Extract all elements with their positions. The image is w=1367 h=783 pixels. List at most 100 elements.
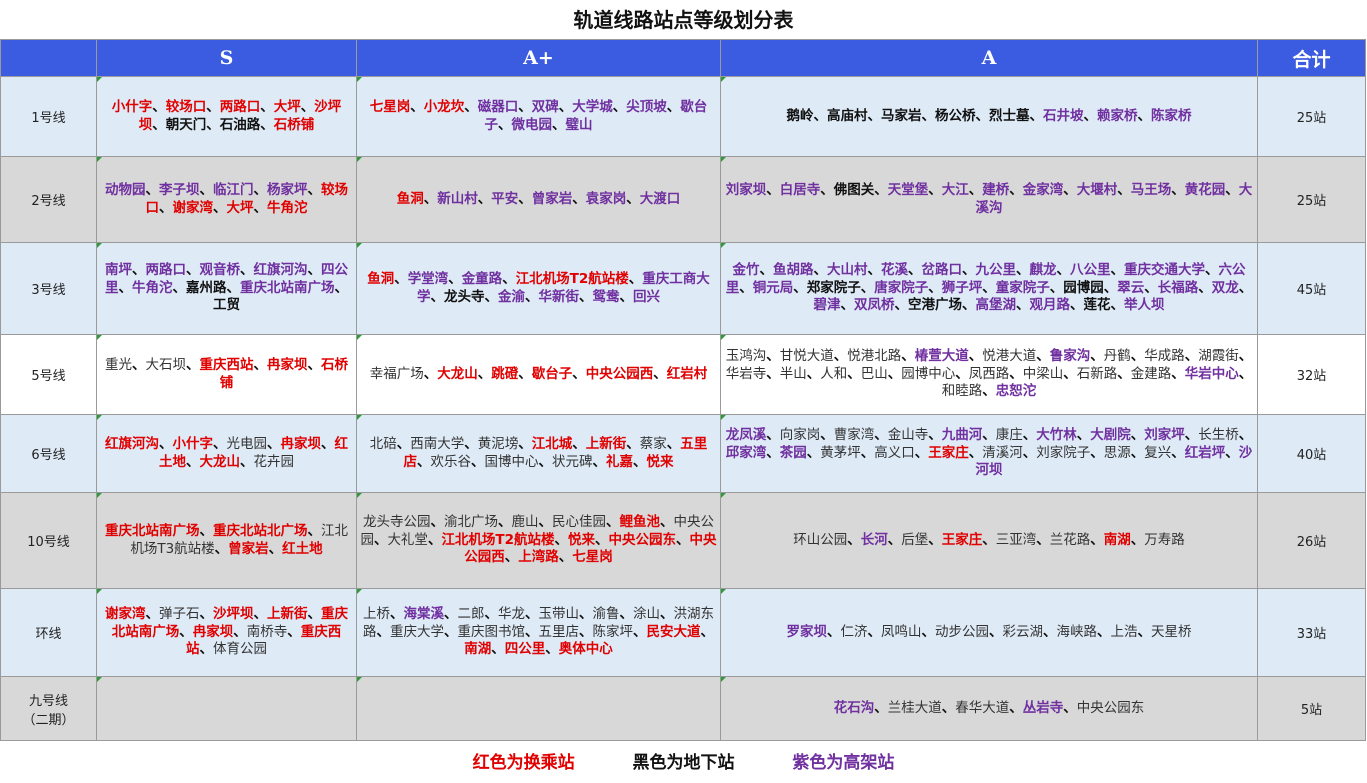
header-grade-a: A — [720, 39, 1258, 77]
station-name: 上新街 — [585, 436, 627, 452]
station-name: 花卉园 — [253, 453, 295, 470]
station-name: 北碚 — [369, 436, 397, 452]
station-name: 双龙 — [1211, 279, 1239, 296]
station-name: 欢乐谷 — [430, 453, 472, 470]
station-name: 长河 — [860, 531, 888, 548]
station-name: 西南大学 — [410, 436, 465, 452]
grade-a-plus-stations: 北碚、西南大学、黄泥塝、江北城、上新街、蔡家、五里店、欢乐谷、国博中心、状元碑、… — [356, 414, 721, 493]
station-count: 32站 — [1257, 334, 1366, 415]
station-name: 空港广场 — [908, 297, 962, 314]
table-header-row: S A+ A 合计 — [0, 39, 1366, 77]
line-name: 5号线 — [0, 334, 97, 415]
station-name: 王家庄 — [928, 444, 969, 461]
station-name: 大龙山 — [199, 453, 241, 470]
station-name: 微电园 — [511, 116, 553, 133]
station-name: 上浩 — [1110, 623, 1138, 640]
station-name: 长福路 — [1157, 279, 1199, 296]
station-name: 鱼胡路 — [773, 262, 814, 279]
grade-a-plus-stations: 上桥、海棠溪、二郎、华龙、玉带山、渝鲁、涂山、洪湖东路、重庆大学、重庆图书馆、五… — [356, 588, 721, 677]
grade-a-stations: 花石沟、兰桂大道、春华大道、丛岩寺、中央公园东 — [720, 676, 1258, 741]
station-name: 小什字 — [172, 436, 214, 452]
station-name: 临江门 — [213, 182, 254, 198]
station-name: 红旗河沟 — [105, 436, 159, 452]
station-name: 冉家坝 — [192, 623, 234, 640]
station-name: 小龙坎 — [423, 99, 465, 115]
station-name: 涂山 — [633, 606, 660, 623]
grade-a-stations: 龙凤溪、向家岗、曹家湾、金山寺、九曲河、康庄、大竹林、大剧院、刘家坪、长生桥、邱… — [720, 414, 1258, 493]
station-name: 天堂堡 — [887, 182, 929, 198]
station-name: 动物园 — [105, 182, 146, 198]
station-name: 莲花 — [1083, 297, 1111, 314]
station-name: 马王场 — [1130, 182, 1172, 198]
station-name: 大山村 — [827, 262, 868, 279]
station-name: 甘悦大道 — [779, 348, 834, 365]
station-name: 仁济 — [840, 623, 868, 640]
station-name: 平安 — [491, 190, 519, 207]
station-name: 新山村 — [437, 190, 478, 207]
station-name: 双凤桥 — [854, 297, 895, 314]
station-name: 长生桥 — [1198, 427, 1239, 444]
station-name: 马家岩 — [881, 107, 922, 124]
station-name: 观月路 — [1029, 297, 1071, 314]
station-name: 八公里 — [1070, 262, 1111, 279]
line-name: 10号线 — [0, 492, 97, 589]
station-name: 李子坝 — [159, 182, 200, 198]
station-name: 玉带山 — [538, 606, 580, 623]
station-name: 园博园 — [1063, 279, 1104, 296]
station-name: 龙凤溪 — [725, 427, 767, 444]
station-name: 鱼洞 — [367, 271, 395, 287]
station-name: 高庙村 — [827, 107, 868, 124]
station-name: 状元碑 — [552, 453, 593, 470]
station-name: 金建路 — [1130, 365, 1172, 382]
station-name: 国博中心 — [484, 453, 539, 470]
station-name: 金山寺 — [887, 427, 929, 444]
grade-a-stations: 刘家坝、白居寺、佛图关、天堂堡、大江、建桥、金家湾、大堰村、马王场、黄花园、大溪… — [720, 156, 1258, 243]
station-name: 上新街 — [267, 606, 308, 623]
grade-s-stations: 谢家湾、弹子石、沙坪坝、上新街、重庆北站南广场、冉家坝、南桥寺、重庆西站、体育公… — [96, 588, 357, 677]
station-name: 较场口 — [165, 99, 207, 115]
station-name: 南坪 — [105, 262, 132, 279]
station-name: 悦来 — [568, 531, 596, 548]
station-name: 中央公园西 — [585, 365, 654, 382]
station-name: 华成路 — [1144, 348, 1185, 365]
station-name: 两路口 — [219, 99, 261, 115]
station-name: 石桥铺 — [273, 116, 315, 133]
legend-underground: 黑色为地下站 — [632, 753, 735, 773]
grade-s-stations: 重光、大石坝、重庆西站、冉家坝、石桥铺 — [96, 334, 357, 415]
station-name: 跳磴 — [491, 365, 519, 382]
grade-a-plus-stations: 幸福广场、大龙山、跳磴、歇台子、中央公园西、红岩村 — [356, 334, 721, 415]
table-row: 九号线 （二期） 花石沟、兰桂大道、春华大道、丛岩寺、中央公园东 5站 — [0, 676, 1366, 741]
station-name: 椿萱大道 — [914, 348, 969, 365]
station-name: 碧津 — [813, 297, 841, 314]
grade-a-stations: 环山公园、长河、后堡、王家庄、三亚湾、兰花路、南湖、万寿路 — [720, 492, 1258, 589]
station-name: 翠云 — [1117, 279, 1145, 296]
station-name: 天星桥 — [1151, 623, 1192, 640]
station-name: 沙坪坝 — [213, 606, 254, 623]
station-name: 曾家岩 — [228, 540, 269, 557]
header-grade-s: S — [96, 39, 357, 77]
station-name: 中央公园东 — [1076, 699, 1145, 716]
station-name: 悦港大道 — [982, 348, 1037, 365]
table-row: 10号线 重庆北站南广场、重庆北站北广场、江北机场T3航站楼、曾家岩、红土地 龙头寺… — [0, 492, 1366, 589]
station-name: 袁家岗 — [585, 190, 627, 207]
station-name: 小什字 — [111, 99, 153, 115]
station-name: 彩云湖 — [1002, 623, 1044, 640]
station-name: 重庆交通大学 — [1124, 262, 1205, 279]
station-name: 狮子坪 — [941, 279, 983, 296]
station-name: 凤鸣山 — [881, 623, 922, 640]
station-name: 高堡湖 — [975, 297, 1017, 314]
grade-s-stations: 动物园、李子坝、临江门、杨家坪、较场口、谢家湾、大坪、牛角沱 — [96, 156, 357, 243]
station-name: 郑家院子 — [806, 279, 861, 296]
station-name: 岔路口 — [921, 262, 963, 279]
station-name: 思源 — [1103, 444, 1131, 461]
station-name: 悦港北路 — [847, 348, 902, 365]
station-name: 石油路 — [219, 116, 261, 133]
station-count: 25站 — [1257, 76, 1366, 157]
legend: 红色为换乘站 黑色为地下站 紫色为高架站 — [0, 744, 1367, 783]
station-name: 丛岩寺 — [1022, 699, 1064, 716]
station-name: 红岩村 — [666, 365, 708, 382]
station-name: 尖顶坡 — [626, 99, 667, 115]
station-name: 鲁家沟 — [1049, 348, 1091, 365]
station-name: 三亚湾 — [995, 531, 1037, 548]
station-name: 茶园 — [779, 444, 807, 461]
